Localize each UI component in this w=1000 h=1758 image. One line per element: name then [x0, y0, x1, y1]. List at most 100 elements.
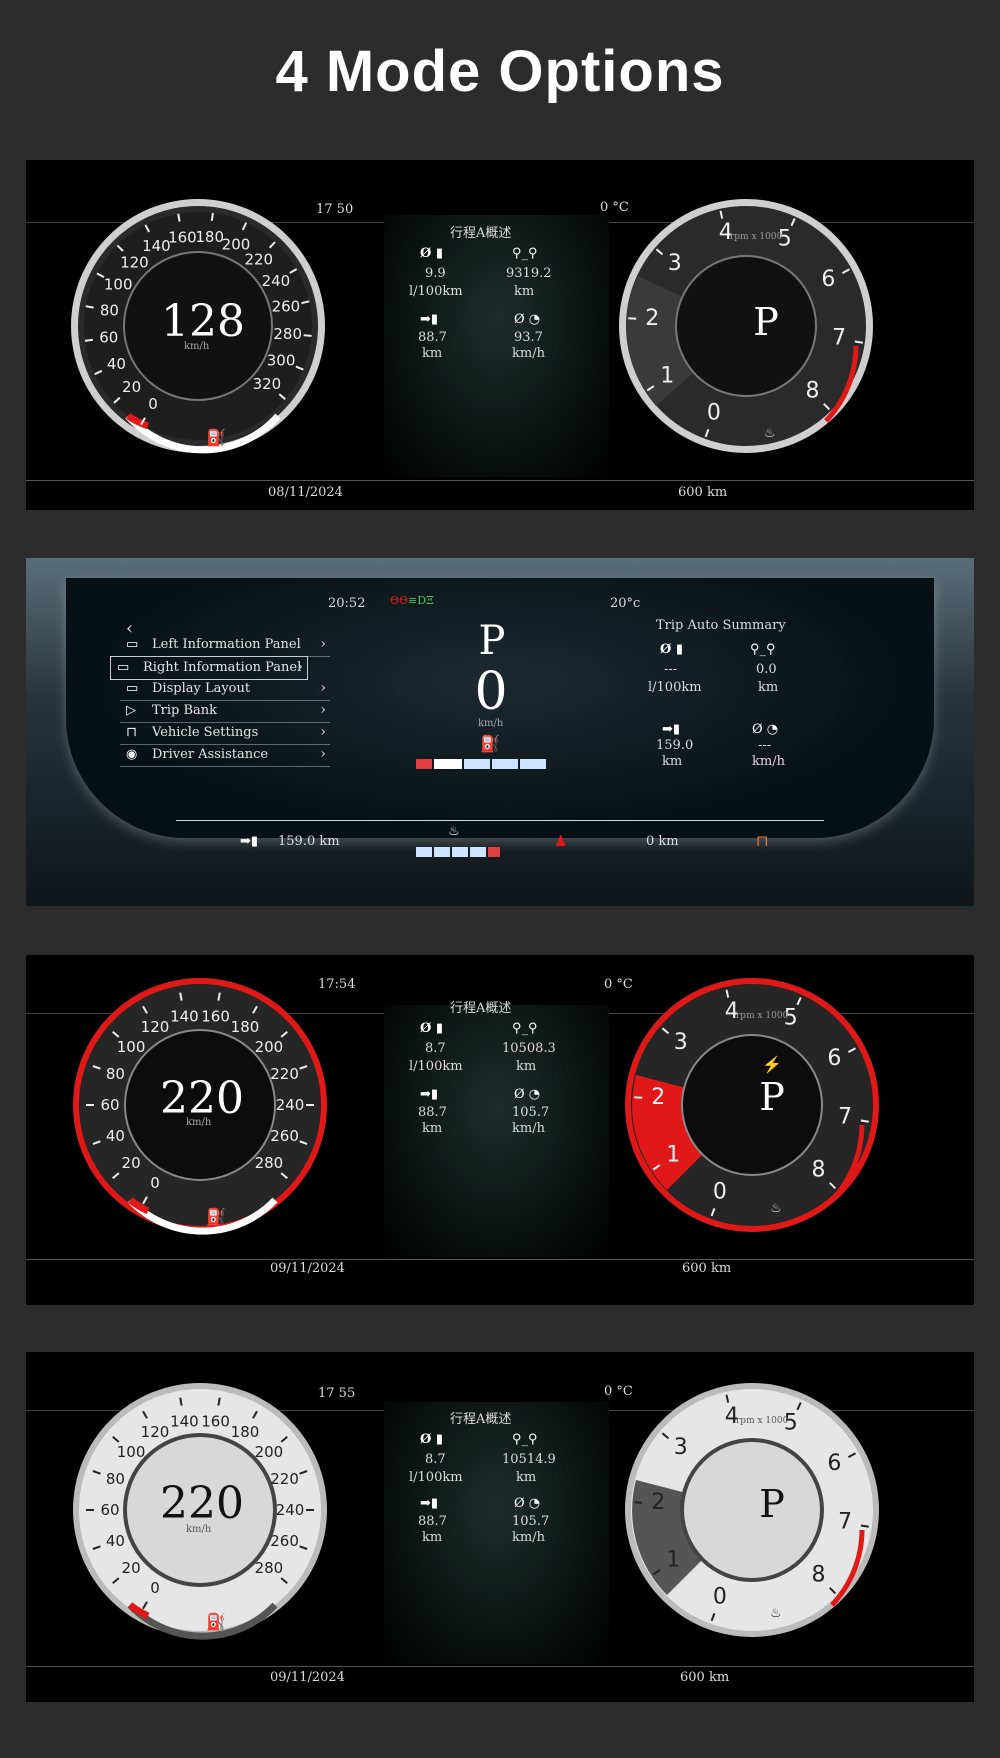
gauge-tick-label: 80	[106, 1065, 125, 1083]
gauge-tick-label: 2	[645, 306, 659, 331]
gauge-tick-label: 8	[812, 1563, 826, 1588]
mode1-panel: 17 50 0 °C 08/11/2024 600 km 0 20 40 60 80 10…	[26, 160, 974, 510]
gauge-tick-label: 180	[231, 1423, 260, 1441]
gauge-tick-label: 20	[122, 1559, 141, 1577]
gauge-tick-label: 40	[106, 1127, 125, 1145]
menu-item[interactable]: ▷ Trip Bank ›	[120, 700, 330, 723]
avg-fuel-value: 8.7	[425, 1452, 446, 1467]
gauge-tick-label: 220	[244, 251, 273, 269]
gauge-tick	[179, 992, 183, 1001]
range-value: 88.7	[418, 1514, 447, 1529]
menu-item-icon: ▭	[126, 681, 139, 696]
range-value: 159.0	[656, 738, 694, 753]
menu-item-label: Left Information Panel	[152, 637, 301, 652]
page-title: 4 Mode Options	[275, 39, 725, 104]
gauge-tick-label: 7	[832, 325, 846, 350]
gauge-tick-label: 200	[255, 1443, 284, 1461]
menu-item[interactable]: ◉ Driver Assistance ›	[120, 744, 330, 767]
clock: 20:52	[328, 596, 366, 611]
range-readout: 600 km	[678, 485, 728, 500]
fuel-pump-icon: ⛽	[206, 428, 226, 447]
gauge-tick-label: 220	[270, 1470, 299, 1488]
gauge-tick-label: 0	[150, 1174, 160, 1192]
gauge-tick-label: 60	[100, 1501, 119, 1519]
chevron-right-icon: ›	[320, 702, 326, 718]
gauge-tick	[179, 1397, 183, 1406]
distance-unit: km	[514, 284, 535, 299]
gauge-tick-label: 240	[262, 272, 291, 290]
avg-fuel-unit: l/100km	[409, 1470, 463, 1485]
speed-unit: km/h	[478, 718, 504, 729]
gauge-tick-label: 7	[838, 1509, 852, 1534]
menu-item[interactable]: ▭ Left Information Panel ›	[120, 634, 330, 657]
speed-unit: km/h	[186, 1117, 212, 1128]
gauge-tick	[303, 334, 312, 337]
avg-speed-value: ---	[758, 738, 772, 753]
gauge-tick-label: 7	[838, 1104, 852, 1129]
coolant-temp-icon: ♨	[770, 1606, 782, 1621]
menu-item[interactable]: ▭ Right Information Panel ›	[110, 656, 308, 680]
route-icon: ⚲_⚲	[512, 1432, 538, 1447]
gauge-tick-label: 200	[255, 1038, 284, 1056]
gauge-tick	[634, 1501, 643, 1504]
gauge-tick	[628, 317, 637, 320]
mode3-panel: 17:54 0 °C 09/11/2024 600 km 0 20 40 60 80 10…	[26, 955, 974, 1305]
fuel-pump-icon: ⛽	[206, 1612, 226, 1631]
avg-fuel-icon: Ø ▮	[420, 246, 444, 261]
gauge-tick-label: 1	[660, 363, 674, 388]
avg-fuel-value: 8.7	[425, 1041, 446, 1056]
gauge-tick-label: 240	[276, 1096, 305, 1114]
gauge-tick-label: 260	[270, 1532, 299, 1550]
gauge-tick-label: 180	[195, 228, 224, 246]
distance-unit: km	[516, 1470, 537, 1485]
outside-temp: 20°c	[610, 596, 641, 611]
gauge-tick-label: 0	[707, 400, 721, 425]
gauge-tick	[634, 1096, 643, 1099]
coolant-temp-icon: ♨	[770, 1201, 782, 1216]
gauge-tick-label: 6	[827, 1451, 841, 1476]
gauge-tick-label: 0	[148, 395, 158, 413]
range-value: 88.7	[418, 1105, 447, 1120]
gauge-tick-label: 280	[255, 1559, 284, 1577]
distance-value: 10508.3	[502, 1041, 556, 1056]
speed-readout: 0	[474, 662, 508, 722]
chevron-right-icon: ›	[320, 746, 326, 762]
distance-unit: km	[516, 1059, 537, 1074]
traction-icon: ⚡	[762, 1055, 782, 1074]
menu-item-icon: ▷	[126, 703, 136, 718]
gauge-tick-label: 40	[107, 355, 126, 373]
gauge-tick-label: 3	[668, 251, 682, 276]
gauge-tick-label: 280	[255, 1154, 284, 1172]
date: 09/11/2024	[270, 1670, 345, 1685]
gauge-tick-label: 120	[141, 1423, 170, 1441]
gauge-tick-label: 220	[270, 1065, 299, 1083]
gauge-tick-label: 2	[651, 1490, 665, 1515]
chevron-right-icon: ›	[320, 724, 326, 740]
menu-item[interactable]: ▭ Display Layout ›	[120, 678, 330, 701]
trip-summary-title: 行程A概述	[450, 1412, 512, 1427]
gauge-tick-label: 60	[100, 1096, 119, 1114]
gauge-tick-label: 180	[231, 1018, 260, 1036]
mode4-panel: 17 55 0 °C 09/11/2024 600 km 0 20 40 60 80 10…	[26, 1352, 974, 1702]
gauge-tick	[217, 992, 221, 1001]
menu-item[interactable]: ⊓ Vehicle Settings ›	[120, 722, 330, 745]
avg-speed-value: 93.7	[514, 330, 543, 345]
gauge-tick-label: 120	[120, 253, 149, 271]
info-panel-bg	[384, 215, 609, 477]
gauge-tick-label: 260	[270, 1127, 299, 1145]
trip-summary-title: Trip Auto Summary	[656, 618, 786, 633]
gauge-tick-label: 120	[141, 1018, 170, 1036]
warning-lights: ΘΘ≡DΞ	[390, 594, 434, 607]
menu-item-icon: ⊓	[126, 725, 137, 740]
avg-fuel-icon: Ø ▮	[420, 1021, 444, 1036]
fuel-pump-icon: ⛽	[480, 734, 500, 753]
avg-speed-unit: km/h	[512, 1121, 545, 1136]
gauge-tick	[210, 212, 214, 222]
avg-speed-unit: km/h	[512, 346, 545, 361]
seatbelt-icon: ♟	[554, 832, 568, 850]
menu-item-label: Right Information Panel	[143, 660, 302, 675]
vehicle-icon: ⊓	[756, 832, 769, 850]
chevron-right-icon: ›	[297, 659, 303, 675]
chevron-right-icon: ›	[320, 636, 326, 652]
gauge-tick-label: 320	[253, 375, 282, 393]
